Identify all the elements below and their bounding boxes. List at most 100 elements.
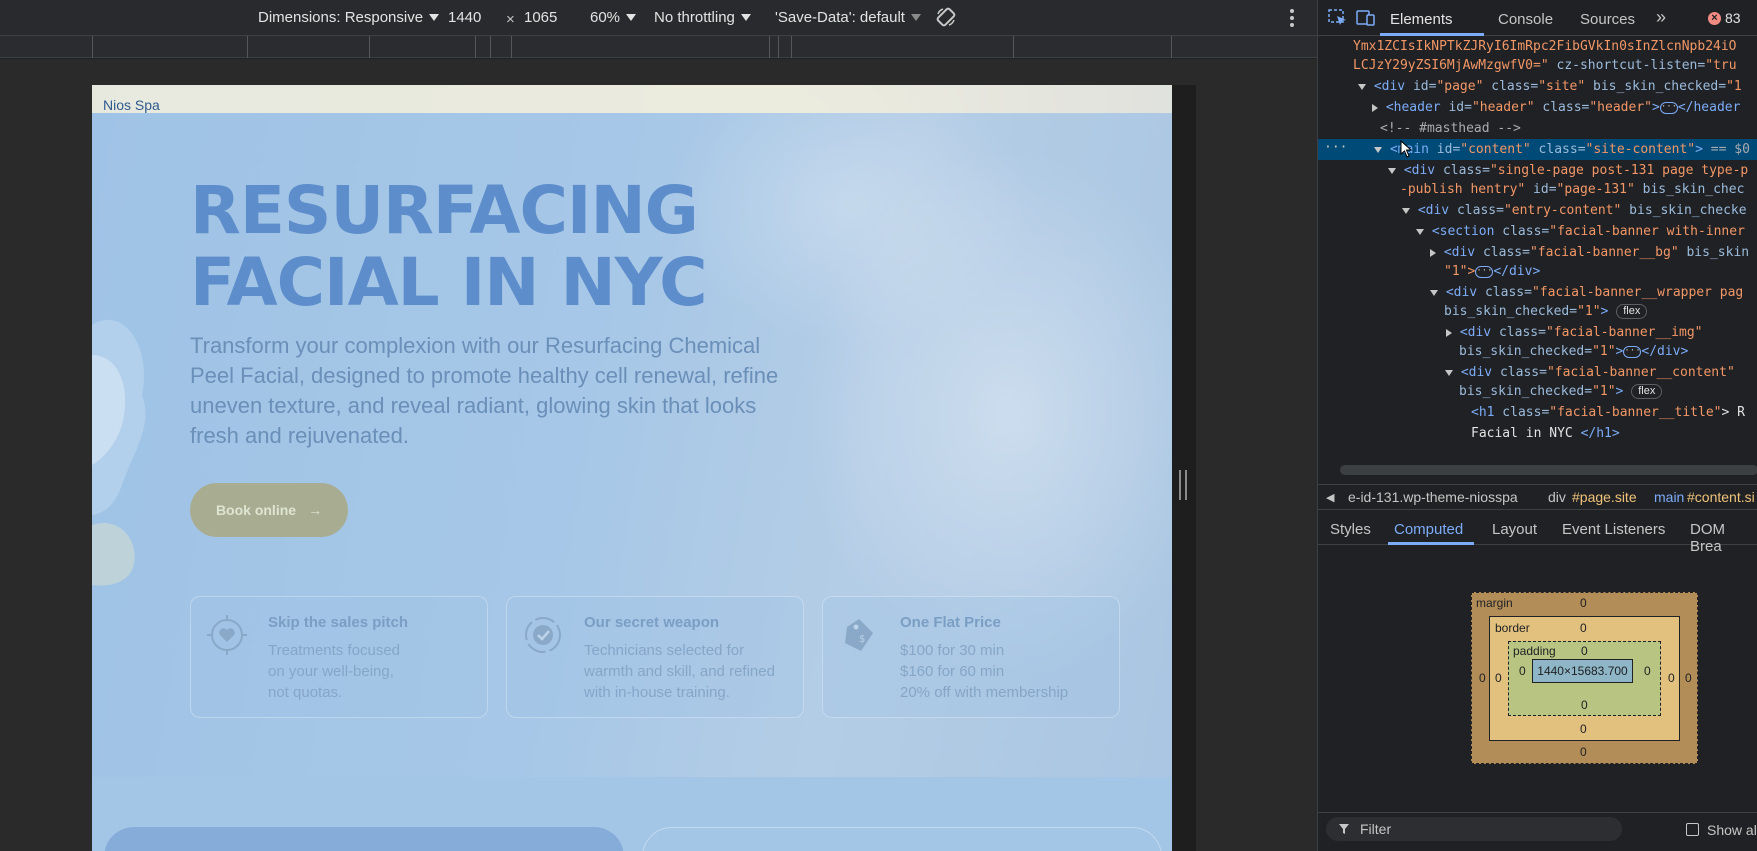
more-options-icon[interactable] xyxy=(1289,9,1295,27)
devtools-tabbar: Elements Console Sources » × 83 xyxy=(1318,0,1757,36)
zoom-value: 60% xyxy=(590,9,621,26)
rotate-icon[interactable] xyxy=(935,6,957,28)
feature-card-secret-weapon: Our secret weapon Technicians selected f… xyxy=(506,596,804,718)
card-title: One Flat Price xyxy=(900,614,1001,631)
tab-styles[interactable]: Styles xyxy=(1330,521,1371,538)
hero-title: RESURFACING FACIAL IN NYC xyxy=(190,172,708,321)
breadcrumb-item-main-id[interactable]: #content.si xyxy=(1687,489,1755,505)
dom-line[interactable]: "1">···</div> xyxy=(1318,261,1757,282)
dom-line[interactable]: <div class="single-page post-131 page ty… xyxy=(1318,160,1757,181)
box-model-content[interactable]: 1440×15683.700 xyxy=(1532,659,1633,683)
height-value: 1065 xyxy=(524,9,558,26)
card-body: Technicians selected for warmth and skil… xyxy=(584,642,775,701)
dom-line-header[interactable]: <header id="header" class="header">···</… xyxy=(1318,97,1757,118)
line-options-icon[interactable]: ··· xyxy=(1324,140,1347,155)
error-count: 83 xyxy=(1725,10,1741,26)
padding-top: 0 xyxy=(1581,644,1588,658)
flex-badge[interactable]: flex xyxy=(1616,304,1648,319)
dimensions-dropdown[interactable]: Dimensions: Responsive xyxy=(258,9,440,26)
error-icon: × xyxy=(1708,11,1721,25)
flower-decoration-icon xyxy=(92,319,146,515)
book-online-button[interactable]: Book online → xyxy=(190,483,348,537)
price-tag-icon: $ xyxy=(845,619,873,651)
dimensions-label: Dimensions: Responsive xyxy=(258,9,424,26)
check-badge-icon xyxy=(525,617,561,653)
book-online-label: Book online xyxy=(215,502,297,518)
devtools-panel: Elements Console Sources » × 83 Ymx1ZCIs… xyxy=(1317,0,1757,851)
save-data-dropdown[interactable]: 'Save-Data': default xyxy=(775,9,921,26)
flex-badge[interactable]: flex xyxy=(1631,384,1663,399)
card-title: Skip the sales pitch xyxy=(268,614,409,631)
card-body: Treatments focused on your well-being, n… xyxy=(268,642,401,701)
inspect-element-icon[interactable] xyxy=(1328,9,1348,27)
viewport-resize-handle[interactable] xyxy=(1179,470,1187,500)
dom-line[interactable]: <div class="facial-banner__content" xyxy=(1318,362,1757,383)
dom-line[interactable]: <section class="facial-banner with-inner xyxy=(1318,221,1757,242)
dom-tree: Ymx1ZCIsIkNPTkZJRyI6ImRpc2FibGVkIn0sInZl… xyxy=(1318,36,1757,460)
dom-line[interactable]: <div class="entry-content" bis_skin_chec… xyxy=(1318,200,1757,221)
tab-computed[interactable]: Computed xyxy=(1394,521,1463,538)
dom-line[interactable]: <div class="facial-banner__bg" bis_skin xyxy=(1318,242,1757,263)
site-header xyxy=(92,85,1172,113)
dom-line[interactable]: bis_skin_checked="1"> flex xyxy=(1318,381,1757,402)
petal-decoration-icon xyxy=(92,523,135,586)
arrow-right-icon: → xyxy=(308,502,323,518)
tab-elements[interactable]: Elements xyxy=(1390,11,1453,28)
dom-line[interactable]: <h1 class="facial-banner__title"> R xyxy=(1318,402,1757,423)
filter-input[interactable]: Filter xyxy=(1326,817,1622,841)
dom-line[interactable]: Facial in NYC </h1> xyxy=(1318,423,1757,444)
device-toggle-icon[interactable] xyxy=(1356,9,1376,27)
width-input[interactable]: 1440 xyxy=(448,9,481,26)
site-logo[interactable]: Nios Spa xyxy=(103,97,160,113)
breadcrumb: ◀ e-id-131.wp-theme-niosspa div #page.si… xyxy=(1318,484,1757,510)
dom-line[interactable]: Ymx1ZCIsIkNPTkZJRyI6ImRpc2FibGVkIn0sInZl… xyxy=(1318,36,1757,57)
dom-line[interactable]: <div class="facial-banner__wrapper pag xyxy=(1318,282,1757,303)
breadcrumb-item-body[interactable]: e-id-131.wp-theme-niosspa xyxy=(1348,489,1518,505)
dom-line[interactable]: bis_skin_checked="1">···</div> xyxy=(1318,341,1757,362)
breadcrumb-item-div[interactable]: div xyxy=(1548,489,1566,505)
tab-console[interactable]: Console xyxy=(1498,11,1553,28)
height-input[interactable]: 1065 xyxy=(524,9,557,26)
media-query-ruler xyxy=(0,36,1317,58)
filter-icon xyxy=(1339,824,1349,834)
breadcrumb-item-div-id[interactable]: #page.site xyxy=(1572,489,1637,505)
devtools-window: Dimensions: Responsive 1440 × 1065 60% N… xyxy=(0,0,1757,851)
card-title: Our secret weapon xyxy=(584,614,720,631)
box-model-border[interactable]: border 0 0 0 0 padding 0 0 0 0 1440×1568… xyxy=(1489,616,1680,741)
tab-event-listeners[interactable]: Event Listeners xyxy=(1562,521,1665,538)
margin-left: 0 xyxy=(1479,671,1486,685)
margin-label: margin xyxy=(1476,596,1513,610)
border-top: 0 xyxy=(1580,621,1587,635)
dom-line[interactable]: bis_skin_checked="1"> flex xyxy=(1318,301,1757,322)
computed-filter-bar: Filter Show al xyxy=(1318,812,1757,844)
throttling-value: No throttling xyxy=(654,9,735,26)
device-toolbar: Dimensions: Responsive 1440 × 1065 60% N… xyxy=(0,0,1317,36)
box-model-padding[interactable]: padding 0 0 0 0 1440×15683.700 xyxy=(1508,641,1661,716)
error-counter[interactable]: × 83 xyxy=(1708,10,1741,26)
show-all-checkbox[interactable] xyxy=(1686,823,1699,836)
dom-line-main-selected[interactable]: <main id="content" class="site-content">… xyxy=(1318,139,1757,160)
padding-label: padding xyxy=(1513,644,1556,658)
box-model-margin[interactable]: margin 0 0 0 0 border 0 0 0 0 padding 0 … xyxy=(1471,592,1698,764)
border-right: 0 xyxy=(1668,671,1675,685)
zoom-dropdown[interactable]: 60% xyxy=(590,9,637,26)
dom-horizontal-scrollbar[interactable] xyxy=(1340,465,1757,475)
emulated-viewport: Nios Spa RESURFACING FACIAL IN NYC Trans… xyxy=(92,85,1172,851)
tab-layout[interactable]: Layout xyxy=(1492,521,1537,538)
tab-dom-breakpoints[interactable]: DOM Brea xyxy=(1690,521,1757,555)
dom-line[interactable]: LCJzY29yZSI6MjAwMzgwfV0=" cz-shortcut-li… xyxy=(1318,55,1757,76)
dom-line-page[interactable]: <div id="page" class="site" bis_skin_che… xyxy=(1318,76,1757,97)
caret-down-icon xyxy=(626,14,637,21)
dom-line-comment[interactable]: <!-- #masthead --> xyxy=(1318,118,1757,139)
padding-right: 0 xyxy=(1644,664,1651,678)
hero-description: Transform your complexion with our Resur… xyxy=(190,333,779,448)
throttling-dropdown[interactable]: No throttling xyxy=(654,9,751,26)
more-tabs-icon[interactable]: » xyxy=(1656,7,1666,28)
breadcrumb-item-main[interactable]: main xyxy=(1654,489,1684,505)
tab-sources[interactable]: Sources xyxy=(1580,11,1635,28)
show-all-label: Show al xyxy=(1707,822,1757,838)
section-image xyxy=(104,827,624,851)
breadcrumb-scroll-left-icon[interactable]: ◀ xyxy=(1326,491,1334,504)
dom-line[interactable]: <div class="facial-banner__img" xyxy=(1318,322,1757,343)
dom-line[interactable]: -publish hentry" id="page-131" bis_skin_… xyxy=(1318,179,1757,200)
